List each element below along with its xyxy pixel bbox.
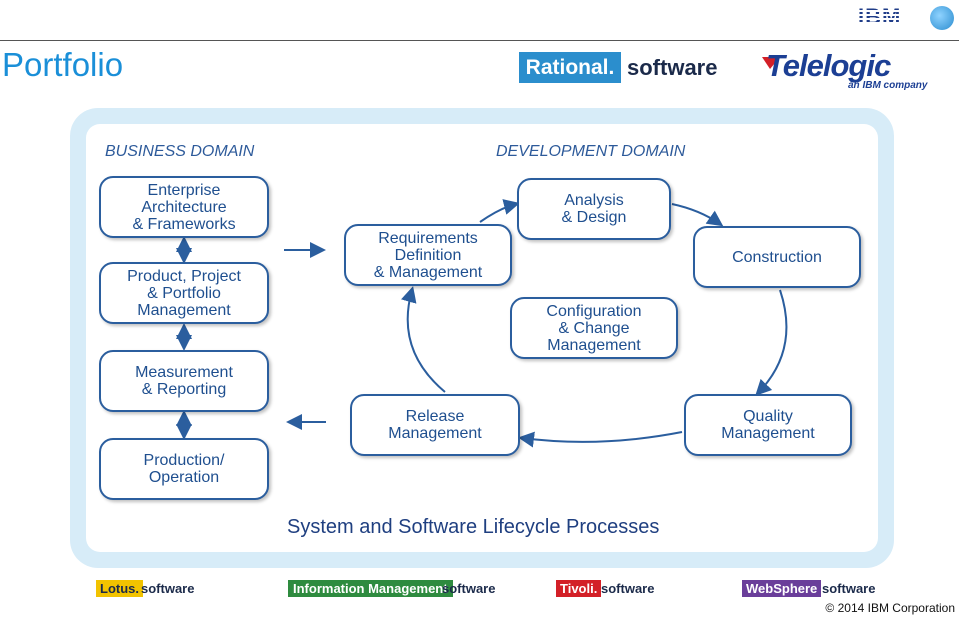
lotus-logo: Lotus.: [96, 580, 143, 597]
box-production-operation: Production/ Operation: [99, 438, 269, 500]
box-measurement-reporting: Measurement & Reporting: [99, 350, 269, 412]
diagram-caption: System and Software Lifecycle Processes: [287, 516, 660, 538]
box-construction: Construction: [693, 226, 861, 288]
arrow-requirements-analysis: [479, 199, 520, 223]
websphere-logo: WebSphere: [742, 580, 822, 597]
lotus-software-label: software: [141, 581, 195, 596]
arrow-construction-quality: [755, 289, 788, 396]
arrow-analysis-construction: [671, 203, 724, 227]
box-enterprise-architecture: Enterprise Architecture & Frameworks: [99, 176, 269, 238]
websphere-software-label: software: [822, 581, 876, 596]
copyright-notice: © 2014 IBM Corporation: [825, 601, 955, 615]
box-configuration-change: Configuration & Change Management: [510, 297, 678, 359]
box-requirements: Requirements Definition & Management: [344, 224, 512, 286]
box-analysis-design: Analysis & Design: [517, 178, 671, 240]
tivoli-logo: Tivoli.: [556, 580, 602, 597]
tivoli-software-label: software: [601, 581, 655, 596]
information-management-logo: Information Management: [288, 580, 453, 597]
box-product-portfolio: Product, Project & Portfolio Management: [99, 262, 269, 324]
arrow-quality-release: [518, 431, 683, 448]
box-release: Release Management: [350, 394, 520, 456]
im-software-label: software: [442, 581, 496, 596]
box-quality: Quality Management: [684, 394, 852, 456]
arrow-release-requirements: [401, 286, 446, 393]
